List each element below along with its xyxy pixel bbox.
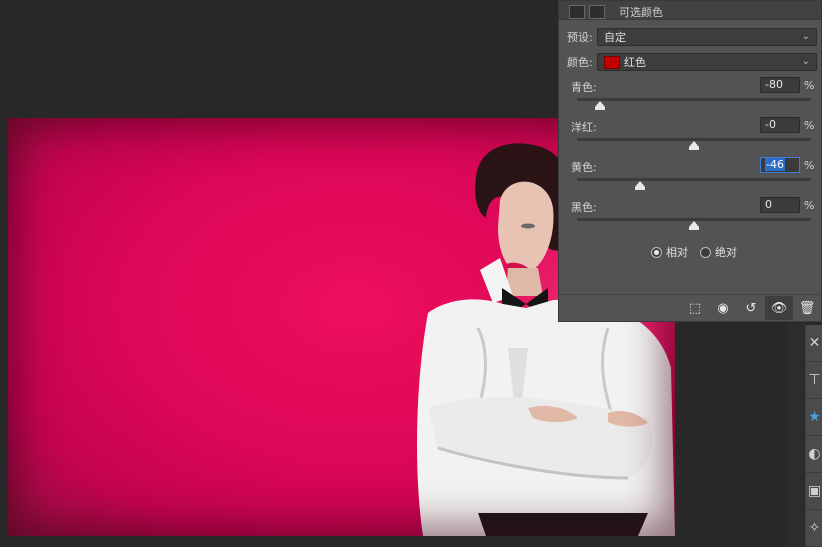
panel-footer: ⬚ ◉ ↺ 👁 🗑 (559, 294, 821, 321)
properties-panel: 可选颜色 预设: 自定 ⌄ 颜色: 红色 ⌄ 青色: -80% 洋红: -0% 黄色: -… (558, 0, 822, 322)
colors-dropdown[interactable]: 红色 ⌄ (597, 53, 817, 71)
clip-to-layer-icon[interactable]: ⬚ (681, 296, 709, 320)
reset-icon[interactable]: ↺ (737, 296, 765, 320)
colors-label: 颜色: (567, 56, 593, 69)
panel-dock-gap (787, 322, 805, 547)
tool-icon-3[interactable]: ★ (806, 399, 822, 436)
radio-selected-icon (651, 246, 662, 258)
tool-icon-5[interactable]: ▣ (806, 473, 822, 510)
cyan-slider-label: 青色: (571, 81, 597, 94)
preset-row: 预设: 自定 ⌄ (567, 27, 817, 47)
panel-title: 可选颜色 (619, 6, 663, 19)
tool-icon-2[interactable]: ⊤ (806, 362, 822, 399)
black-value-input[interactable]: 0 (760, 197, 800, 213)
adjustment-layer-icon[interactable] (569, 5, 585, 19)
tool-icon-1[interactable]: ✕ (806, 325, 822, 362)
chevron-down-icon: ⌄ (801, 56, 810, 67)
method-relative-radio[interactable]: 相对 (651, 244, 688, 260)
delete-trash-icon[interactable]: 🗑 (793, 296, 821, 320)
cyan-percent-unit: % (804, 79, 815, 92)
preset-dropdown[interactable]: 自定 ⌄ (597, 28, 817, 46)
preset-value: 自定 (604, 31, 626, 44)
red-color-swatch (604, 55, 620, 69)
method-absolute-radio[interactable]: 绝对 (700, 244, 737, 260)
magenta-slider-thumb[interactable] (689, 141, 699, 150)
colors-row: 颜色: 红色 ⌄ (567, 52, 817, 72)
magenta-percent-unit: % (804, 119, 815, 132)
cyan-value-input[interactable]: -80 (760, 77, 800, 93)
method-absolute-label: 绝对 (715, 246, 737, 259)
cyan-slider-track[interactable] (577, 98, 811, 101)
magenta-value-input[interactable]: -0 (760, 117, 800, 133)
tool-icon-4[interactable]: ◐ (806, 436, 822, 473)
method-radio-group: 相对 绝对 (651, 244, 737, 260)
view-previous-state-icon[interactable]: ◉ (709, 296, 737, 320)
chevron-down-icon: ⌄ (801, 31, 810, 42)
yellow-slider-track[interactable] (577, 178, 811, 181)
tool-icon-6[interactable]: ✧ (806, 510, 822, 547)
cyan-slider-thumb[interactable] (595, 101, 606, 110)
yellow-percent-unit: % (804, 159, 815, 172)
right-tool-strip: ✕ ⊤ ★ ◐ ▣ ✧ (805, 325, 822, 547)
panel-header: 可选颜色 (559, 1, 821, 20)
visibility-eye-icon[interactable]: 👁 (765, 296, 793, 320)
colors-value: 红色 (624, 56, 646, 69)
black-slider-label: 黑色: (571, 201, 597, 214)
yellow-value-input[interactable]: -46 (760, 157, 800, 173)
black-percent-unit: % (804, 199, 815, 212)
preset-label: 预设: (567, 31, 593, 44)
yellow-slider-label: 黄色: (571, 161, 597, 174)
radio-unselected-icon (700, 246, 711, 258)
layer-mask-icon[interactable] (589, 5, 605, 19)
black-slider-thumb[interactable] (689, 221, 699, 230)
yellow-slider-thumb[interactable] (635, 181, 646, 190)
magenta-slider-label: 洋红: (571, 121, 597, 134)
method-relative-label: 相对 (666, 246, 688, 259)
